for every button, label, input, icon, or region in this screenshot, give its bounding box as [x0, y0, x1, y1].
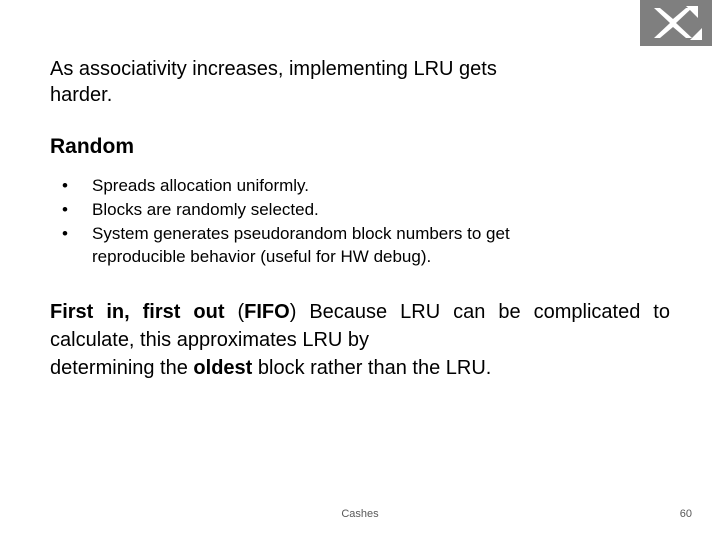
random-bullet-list: • Spreads allocation uniformly. • Blocks…	[50, 174, 670, 268]
fifo-paragraph: First in, first out (FIFO) Because LRU c…	[50, 298, 670, 382]
logo-block	[640, 0, 712, 46]
fifo-bold-oldest: oldest	[193, 357, 253, 379]
fifo-line-3: determining the oldest block rather than…	[50, 354, 670, 382]
fifo-mid-1: (	[224, 301, 245, 323]
bullet-icon: •	[62, 224, 68, 243]
bullet-icon: •	[62, 200, 68, 219]
bullet-line: reproducible behavior (useful for HW deb…	[92, 247, 432, 266]
heading-random: Random	[50, 135, 134, 158]
fifo-line-3b: block rather than the LRU.	[252, 357, 492, 379]
fifo-mid-2: ) Because LRU can be	[289, 301, 521, 323]
list-item: • Blocks are randomly selected.	[50, 198, 670, 221]
page-number: 60	[679, 508, 692, 520]
bullet-line: Blocks are randomly selected.	[92, 200, 319, 219]
intro-line-1: As associativity increases, implementing…	[50, 58, 497, 80]
university-logo-icon	[640, 0, 712, 46]
list-item: • System generates pseudorandom block nu…	[50, 222, 670, 268]
intro-paragraph: As associativity increases, implementing…	[50, 56, 670, 108]
bullet-text: System generates pseudorandom block numb…	[92, 222, 670, 268]
fifo-line-3a: determining the	[50, 357, 194, 379]
fifo-bold-acronym: FIFO	[244, 301, 290, 323]
bullet-line: System generates pseudorandom block numb…	[92, 224, 510, 243]
slide-content: As associativity increases, implementing…	[50, 56, 670, 382]
slide-footer: Cashes 60	[0, 508, 720, 526]
intro-line-2: harder.	[50, 84, 113, 106]
footer-title: Cashes	[341, 508, 379, 520]
bullet-text: Spreads allocation uniformly.	[92, 174, 670, 197]
bullet-icon: •	[62, 176, 68, 195]
bullet-text: Blocks are randomly selected.	[92, 198, 670, 221]
fifo-bold-first-in-first-out: First in, first out	[50, 301, 225, 323]
bullet-line: Spreads allocation uniformly.	[92, 176, 310, 195]
list-item: • Spreads allocation uniformly.	[50, 174, 670, 197]
